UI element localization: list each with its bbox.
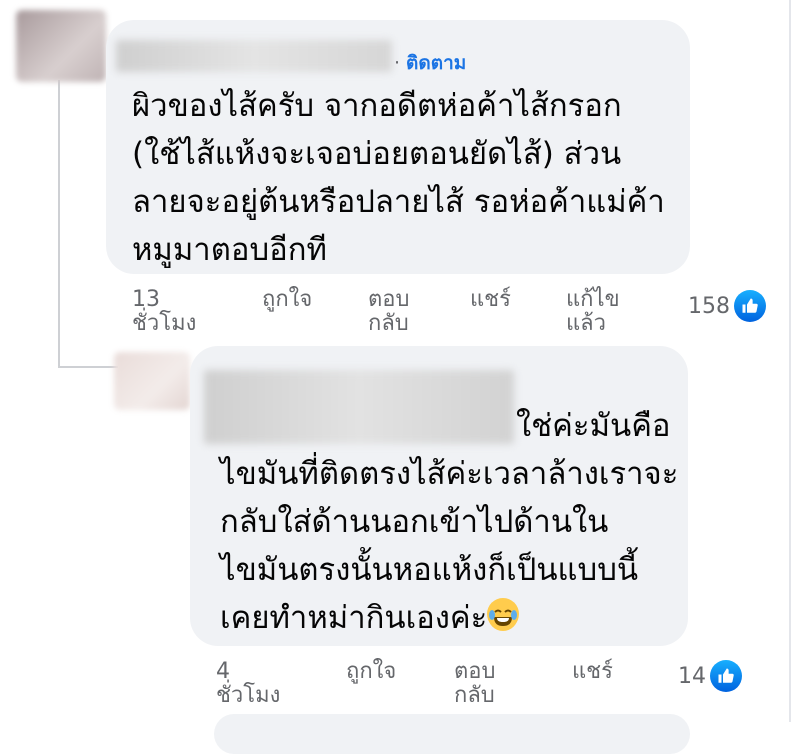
follow-label[interactable]: ติดตาม xyxy=(406,52,466,74)
next-comment-bubble xyxy=(214,714,690,754)
reaction-summary[interactable]: 14 xyxy=(678,660,742,692)
avatar[interactable] xyxy=(114,352,190,410)
edited-label[interactable]: แก้ไข แล้ว xyxy=(566,288,620,336)
reaction-summary[interactable]: 158 xyxy=(688,290,766,322)
share-button[interactable]: แชร์ xyxy=(470,288,511,312)
page-border xyxy=(789,0,791,722)
comment-line: เคยทำหม่ากินเองค่ะ xyxy=(220,600,488,636)
like-button[interactable]: ถูกใจ xyxy=(346,660,396,684)
like-button[interactable]: ถูกใจ xyxy=(262,288,312,312)
share-button[interactable]: แชร์ xyxy=(572,660,613,684)
comment-line: ลายจะอยู่ต้นหรือปลายไส้ รอห่อค้าแม่ค้า xyxy=(132,184,665,220)
author-name[interactable] xyxy=(116,40,392,72)
thread-connector xyxy=(58,366,118,368)
comment-line: ใช่ค่ะมันคือ xyxy=(516,408,671,444)
comment-line: (ใช้ไส้แห้งจะเจอบ่อยตอนยัดไส้) ส่วน xyxy=(132,136,622,172)
laughing-tears-emoji xyxy=(487,598,520,631)
comment-line: กลับใส่ด้านนอกเข้าไปด้านใน xyxy=(220,504,609,540)
like-icon xyxy=(710,660,742,692)
reply-button[interactable]: ตอบ กลับ xyxy=(368,288,409,336)
avatar[interactable] xyxy=(16,10,106,82)
reaction-count: 14 xyxy=(678,663,706,689)
reaction-count: 158 xyxy=(688,293,730,319)
comment-text: ผิวของไส้ครับ จากอดีตห่อค้าไส้กรอก (ใช้ไ… xyxy=(132,82,665,274)
timestamp[interactable]: 13 ชั่วโมง xyxy=(132,288,196,336)
comment-line: ไขมันที่ติดตรงไส้ค่ะเวลาล้างเราจะ xyxy=(220,456,679,492)
comment-text: ใช่ค่ะมันคือ ไขมันที่ติดตรงไส้ค่ะเวลาล้า… xyxy=(220,402,678,642)
comment-line: ไขมันตรงนั้นหอแห้งก็เป็นแบบนี้ xyxy=(220,552,639,588)
thread-line xyxy=(58,80,60,368)
reply-button[interactable]: ตอบ กลับ xyxy=(454,660,495,708)
timestamp[interactable]: 4 ชั่วโมง xyxy=(216,660,280,708)
comment-line: หมูมาตอบอีกที xyxy=(132,232,327,268)
like-icon xyxy=(734,290,766,322)
comment-last-line: เคยทำหม่ากินเองค่ะ xyxy=(220,594,678,642)
comment-line: ผิวของไส้ครับ จากอดีตห่อค้าไส้กรอก xyxy=(132,88,622,124)
follow-link[interactable]: · ติดตาม xyxy=(394,48,466,78)
